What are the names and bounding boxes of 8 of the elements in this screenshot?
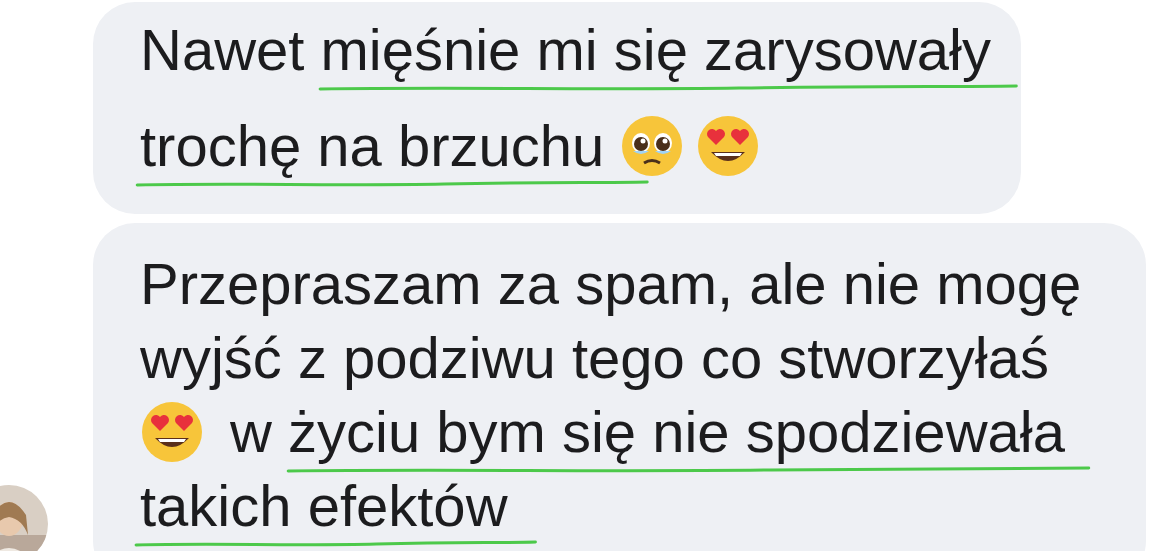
message-text: mięśnie mi się zarysowały — [320, 16, 991, 82]
message-text: takich efektów — [140, 472, 508, 538]
message-text: wyjść z podziwu tego co stworzyłaś — [140, 324, 1049, 390]
message-text: życiu bym się nie spodziewała — [288, 398, 1065, 464]
message-text: trochę na brzuchu — [140, 112, 606, 178]
message-text: Przepraszam za spam, ale nie mogę — [140, 250, 1082, 316]
message-text: Nawet — [140, 16, 306, 82]
message-text: w — [230, 398, 273, 464]
